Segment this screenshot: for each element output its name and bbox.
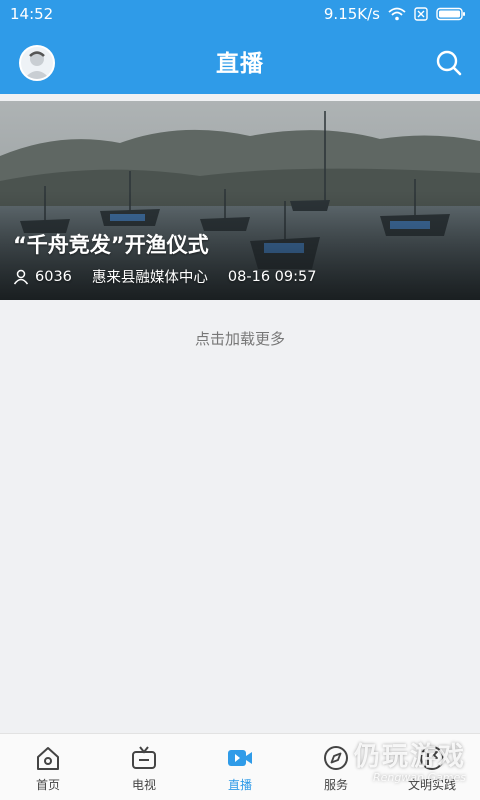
tab-service[interactable]: 服务 xyxy=(288,734,384,800)
bottom-tab-bar: 首页 电视 直播 服务 文明实践 xyxy=(0,733,480,800)
status-indicators: 9.15K/s xyxy=(324,5,466,23)
tab-label: 电视 xyxy=(131,778,156,792)
page-title: 直播 xyxy=(216,51,264,77)
tab-label: 文明实践 xyxy=(407,778,456,792)
home-icon xyxy=(37,747,59,770)
network-speed: 9.15K/s xyxy=(323,5,380,23)
search-icon[interactable] xyxy=(435,49,463,77)
tab-home[interactable]: 首页 xyxy=(0,734,96,800)
tab-tv[interactable]: 电视 xyxy=(96,734,192,800)
user-avatar-icon xyxy=(24,51,50,79)
avatar[interactable] xyxy=(19,45,55,81)
tab-label: 服务 xyxy=(323,778,348,792)
tab-label: 直播 xyxy=(227,778,252,792)
tab-live[interactable]: 直播 xyxy=(192,734,288,800)
live-video-icon xyxy=(228,750,252,766)
tab-civilization-practice[interactable]: 文明实践 xyxy=(384,734,480,800)
flag-circle-icon xyxy=(420,746,444,770)
tab-label: 首页 xyxy=(35,778,60,792)
compass-icon xyxy=(324,746,348,770)
viewer-count: 6036 xyxy=(35,268,72,285)
live-source: 惠来县融媒体中心 xyxy=(91,270,208,286)
live-datetime: 08-16 09:57 xyxy=(227,268,317,285)
app-header: 直播 xyxy=(0,28,480,94)
live-title[interactable]: “千舟竞发”开渔仪式 xyxy=(13,229,209,259)
viewer-icon xyxy=(13,269,29,284)
live-meta: 6036 惠来县融媒体中心 08-16 09:57 xyxy=(13,266,316,287)
battery-icon xyxy=(436,7,465,21)
tv-icon xyxy=(132,746,156,769)
status-bar: 14:52 9.15K/s xyxy=(0,0,480,28)
status-time: 14:52 xyxy=(10,5,54,23)
sim-off-icon xyxy=(414,7,428,21)
load-more-button[interactable]: 点击加载更多 xyxy=(0,328,480,349)
wifi-icon xyxy=(388,7,406,21)
